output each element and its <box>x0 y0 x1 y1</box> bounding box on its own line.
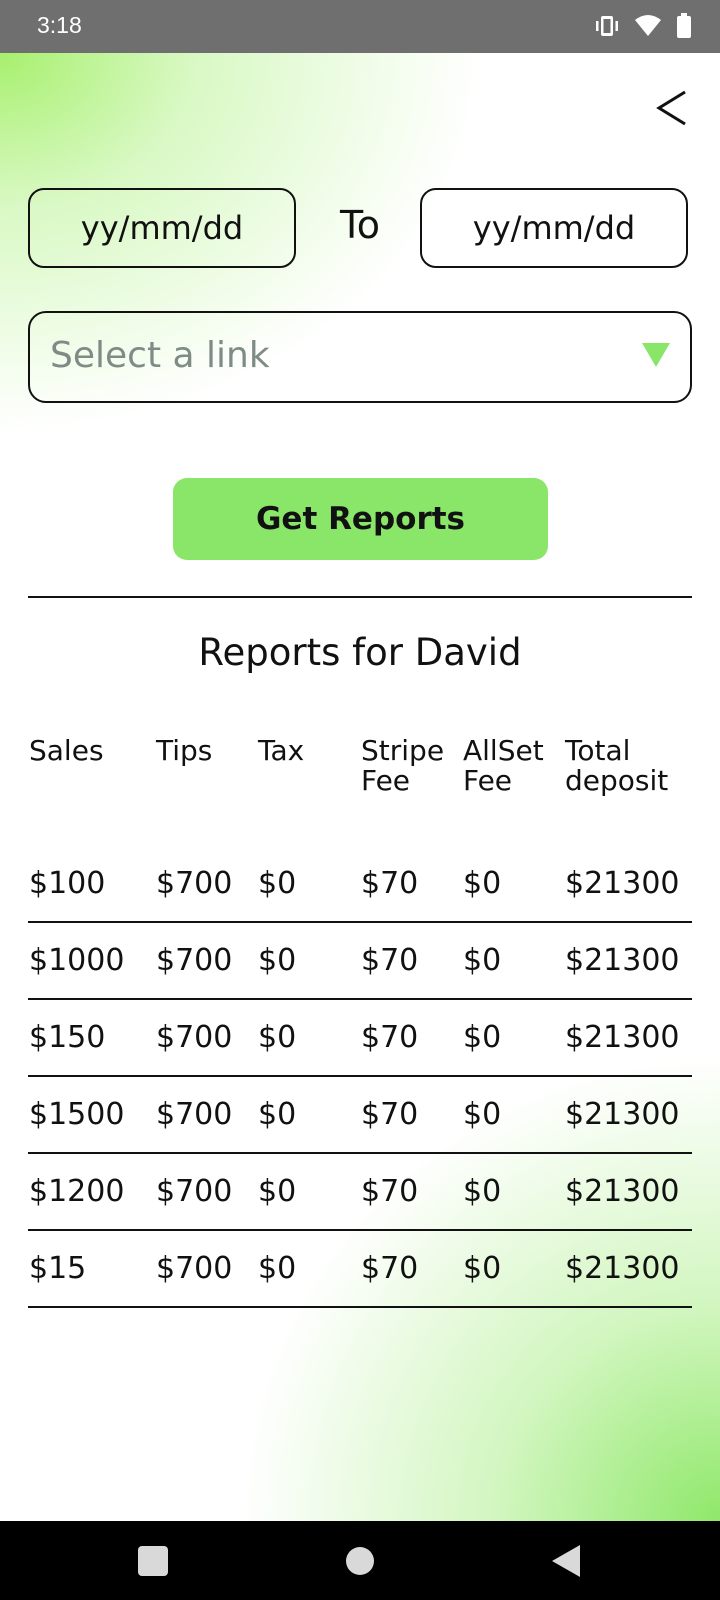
cell-total-deposit: $21300 <box>565 1020 680 1055</box>
to-date-field[interactable]: yy/mm/dd <box>420 188 688 268</box>
table-row: $1200 $700 $0 $70 $0 $21300 <box>28 1154 692 1231</box>
status-icons <box>594 12 692 40</box>
table-row: $1500 $700 $0 $70 $0 $21300 <box>28 1077 692 1154</box>
cell-tips: $700 <box>156 943 233 978</box>
cell-tax: $0 <box>258 1174 297 1209</box>
cell-tips: $700 <box>156 1020 233 1055</box>
back-triangle-icon[interactable] <box>548 1543 584 1579</box>
cell-total-deposit: $21300 <box>565 1251 680 1286</box>
cell-stripe-fee: $70 <box>361 943 419 978</box>
cell-total-deposit: $21300 <box>565 1174 680 1209</box>
cell-sales: $1200 <box>29 1174 125 1209</box>
app-screen: yy/mm/dd To yy/mm/dd Select a link Get R… <box>0 53 720 1521</box>
cell-sales: $1500 <box>29 1097 125 1132</box>
divider <box>28 596 692 598</box>
cell-allset-fee: $0 <box>463 1174 502 1209</box>
cell-tax: $0 <box>258 943 297 978</box>
header-tips: Tips <box>156 734 213 767</box>
cell-tax: $0 <box>258 866 297 901</box>
table-row: $100 $700 $0 $70 $0 $21300 <box>28 846 692 923</box>
table-header: Sales Tips Tax Stripe Fee AllSet Fee Tot… <box>28 736 692 846</box>
cell-allset-fee: $0 <box>463 866 502 901</box>
cell-allset-fee: $0 <box>463 1097 502 1132</box>
header-sales: Sales <box>29 734 104 767</box>
cell-tax: $0 <box>258 1251 297 1286</box>
cell-sales: $100 <box>29 866 106 901</box>
recents-square-icon[interactable] <box>135 1543 171 1579</box>
cell-tips: $700 <box>156 866 233 901</box>
chevron-left-icon <box>656 90 686 126</box>
cell-sales: $15 <box>29 1251 87 1286</box>
cell-sales: $1000 <box>29 943 125 978</box>
cell-total-deposit: $21300 <box>565 1097 680 1132</box>
cell-allset-fee: $0 <box>463 1020 502 1055</box>
cell-stripe-fee: $70 <box>361 1174 419 1209</box>
table-row: $1000 $700 $0 $70 $0 $21300 <box>28 923 692 1000</box>
status-bar: 3:18 <box>0 0 720 53</box>
to-label: To <box>339 203 380 247</box>
system-nav-bar <box>0 1521 720 1600</box>
from-date-field[interactable]: yy/mm/dd <box>28 188 296 268</box>
header-total-deposit: Total deposit <box>565 734 669 797</box>
cell-tips: $700 <box>156 1251 233 1286</box>
cell-total-deposit: $21300 <box>565 943 680 978</box>
cell-stripe-fee: $70 <box>361 1020 419 1055</box>
cell-stripe-fee: $70 <box>361 1097 419 1132</box>
status-time: 3:18 <box>37 12 82 38</box>
link-select[interactable]: Select a link <box>28 311 692 403</box>
link-select-placeholder: Select a link <box>50 335 270 376</box>
header-allset-fee: AllSet Fee <box>463 734 544 797</box>
cell-tips: $700 <box>156 1097 233 1132</box>
table-row: $15 $700 $0 $70 $0 $21300 <box>28 1231 692 1308</box>
cell-stripe-fee: $70 <box>361 1251 419 1286</box>
back-button[interactable] <box>650 83 694 133</box>
table-row: $150 $700 $0 $70 $0 $21300 <box>28 1000 692 1077</box>
cell-tax: $0 <box>258 1097 297 1132</box>
wifi-icon <box>635 15 661 36</box>
header-stripe-fee: Stripe Fee <box>361 734 445 797</box>
reports-title: Reports for David <box>198 631 522 674</box>
vibrate-icon <box>596 16 618 36</box>
cell-tax: $0 <box>258 1020 297 1055</box>
cell-allset-fee: $0 <box>463 1251 502 1286</box>
get-reports-button[interactable]: Get Reports <box>173 478 548 560</box>
cell-total-deposit: $21300 <box>565 866 680 901</box>
battery-icon <box>677 13 691 38</box>
reports-table: Sales Tips Tax Stripe Fee AllSet Fee Tot… <box>28 736 692 1308</box>
to-date-placeholder: yy/mm/dd <box>472 209 636 247</box>
cell-tips: $700 <box>156 1174 233 1209</box>
cell-stripe-fee: $70 <box>361 866 419 901</box>
header-tax: Tax <box>258 734 305 767</box>
cell-allset-fee: $0 <box>463 943 502 978</box>
home-circle-icon[interactable] <box>342 1543 378 1579</box>
cell-sales: $150 <box>29 1020 106 1055</box>
dropdown-arrow-icon <box>642 343 670 367</box>
from-date-placeholder: yy/mm/dd <box>80 209 244 247</box>
